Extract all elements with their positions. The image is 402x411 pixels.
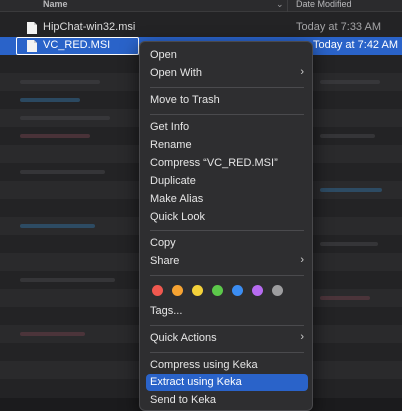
- menu-item-open-with[interactable]: Open With ›: [146, 65, 308, 82]
- file-name: HipChat-win32.msi: [43, 21, 136, 33]
- menu-item-label: Compress “VC_RED.MSI”: [150, 157, 278, 169]
- tag-blue-dot[interactable]: [232, 285, 243, 296]
- document-icon: [27, 22, 37, 34]
- menu-item-share[interactable]: Share ›: [146, 253, 308, 270]
- chevron-right-icon: ›: [300, 331, 304, 343]
- menu-item-label: Open With: [150, 67, 202, 79]
- menu-item-label: Quick Look: [150, 211, 206, 223]
- column-header: Name ⌄ Date Modified: [0, 0, 402, 12]
- menu-item-label: Compress using Keka: [150, 359, 258, 371]
- chevron-right-icon: ›: [300, 254, 304, 266]
- menu-item-tags[interactable]: Tags...: [146, 303, 308, 320]
- menu-item-label: Quick Actions: [150, 332, 217, 344]
- menu-item-label: Get Info: [150, 121, 190, 133]
- menu-separator: [150, 114, 304, 115]
- menu-item-quick-actions[interactable]: Quick Actions ›: [146, 330, 308, 347]
- column-divider[interactable]: [287, 0, 288, 12]
- file-date: Today at 7:42 AM: [313, 39, 398, 51]
- menu-item-move-to-trash[interactable]: Move to Trash: [146, 92, 308, 109]
- menu-item-get-info[interactable]: Get Info: [146, 119, 308, 136]
- menu-item-compress[interactable]: Compress “VC_RED.MSI”: [146, 155, 308, 172]
- menu-item-label: Rename: [150, 139, 192, 151]
- menu-item-label: Extract using Keka: [150, 376, 242, 388]
- menu-item-make-alias[interactable]: Make Alias: [146, 191, 308, 208]
- menu-separator: [150, 275, 304, 276]
- menu-item-compress-using-keka[interactable]: Compress using Keka: [146, 357, 308, 374]
- blurred-content: [20, 278, 115, 282]
- document-icon: [27, 40, 37, 52]
- menu-separator: [150, 230, 304, 231]
- menu-item-rename[interactable]: Rename: [146, 137, 308, 154]
- file-date: Today at 7:33 AM: [296, 21, 381, 33]
- blurred-content: [20, 116, 110, 120]
- tag-red-dot[interactable]: [152, 285, 163, 296]
- blurred-content: [320, 188, 382, 192]
- menu-separator: [150, 325, 304, 326]
- blurred-content: [20, 170, 105, 174]
- tag-purple-dot[interactable]: [252, 285, 263, 296]
- menu-item-quick-look[interactable]: Quick Look: [146, 209, 308, 226]
- sort-chevron-icon[interactable]: ⌄: [276, 0, 284, 10]
- context-menu: Open Open With › Move to Trash Get Info …: [139, 41, 313, 411]
- blurred-content: [320, 134, 375, 138]
- blurred-content: [20, 224, 95, 228]
- menu-item-send-to-keka[interactable]: Send to Keka: [146, 392, 308, 409]
- date-modified-column-header[interactable]: Date Modified: [296, 0, 352, 9]
- blurred-content: [20, 134, 90, 138]
- menu-item-extract-using-keka[interactable]: Extract using Keka: [146, 374, 308, 391]
- menu-item-label: Make Alias: [150, 193, 204, 205]
- tag-green-dot[interactable]: [212, 285, 223, 296]
- menu-item-copy[interactable]: Copy: [146, 235, 308, 252]
- blurred-content: [20, 332, 85, 336]
- tag-gray-dot[interactable]: [272, 285, 283, 296]
- chevron-right-icon: ›: [300, 66, 304, 78]
- blurred-content: [20, 98, 80, 102]
- menu-separator: [150, 352, 304, 353]
- blurred-content: [320, 296, 370, 300]
- menu-item-label: Copy: [150, 237, 176, 249]
- file-name: VC_RED.MSI: [43, 39, 111, 51]
- tag-orange-dot[interactable]: [172, 285, 183, 296]
- menu-separator: [150, 87, 304, 88]
- name-column-header[interactable]: Name: [43, 0, 68, 9]
- menu-item-label: Open: [150, 49, 177, 61]
- menu-item-label: Send to Keka: [150, 394, 217, 406]
- menu-item-label: Tags...: [150, 305, 183, 317]
- menu-item-label: Duplicate: [150, 175, 196, 187]
- menu-item-label: Share: [150, 255, 180, 267]
- blurred-content: [320, 242, 378, 246]
- file-row[interactable]: HipChat-win32.msi Today at 7:33 AM: [0, 19, 402, 37]
- blurred-content: [320, 80, 380, 84]
- menu-item-open[interactable]: Open: [146, 47, 308, 64]
- menu-item-duplicate[interactable]: Duplicate: [146, 173, 308, 190]
- blurred-content: [20, 80, 100, 84]
- menu-item-label: Move to Trash: [150, 94, 220, 106]
- tag-yellow-dot[interactable]: [192, 285, 203, 296]
